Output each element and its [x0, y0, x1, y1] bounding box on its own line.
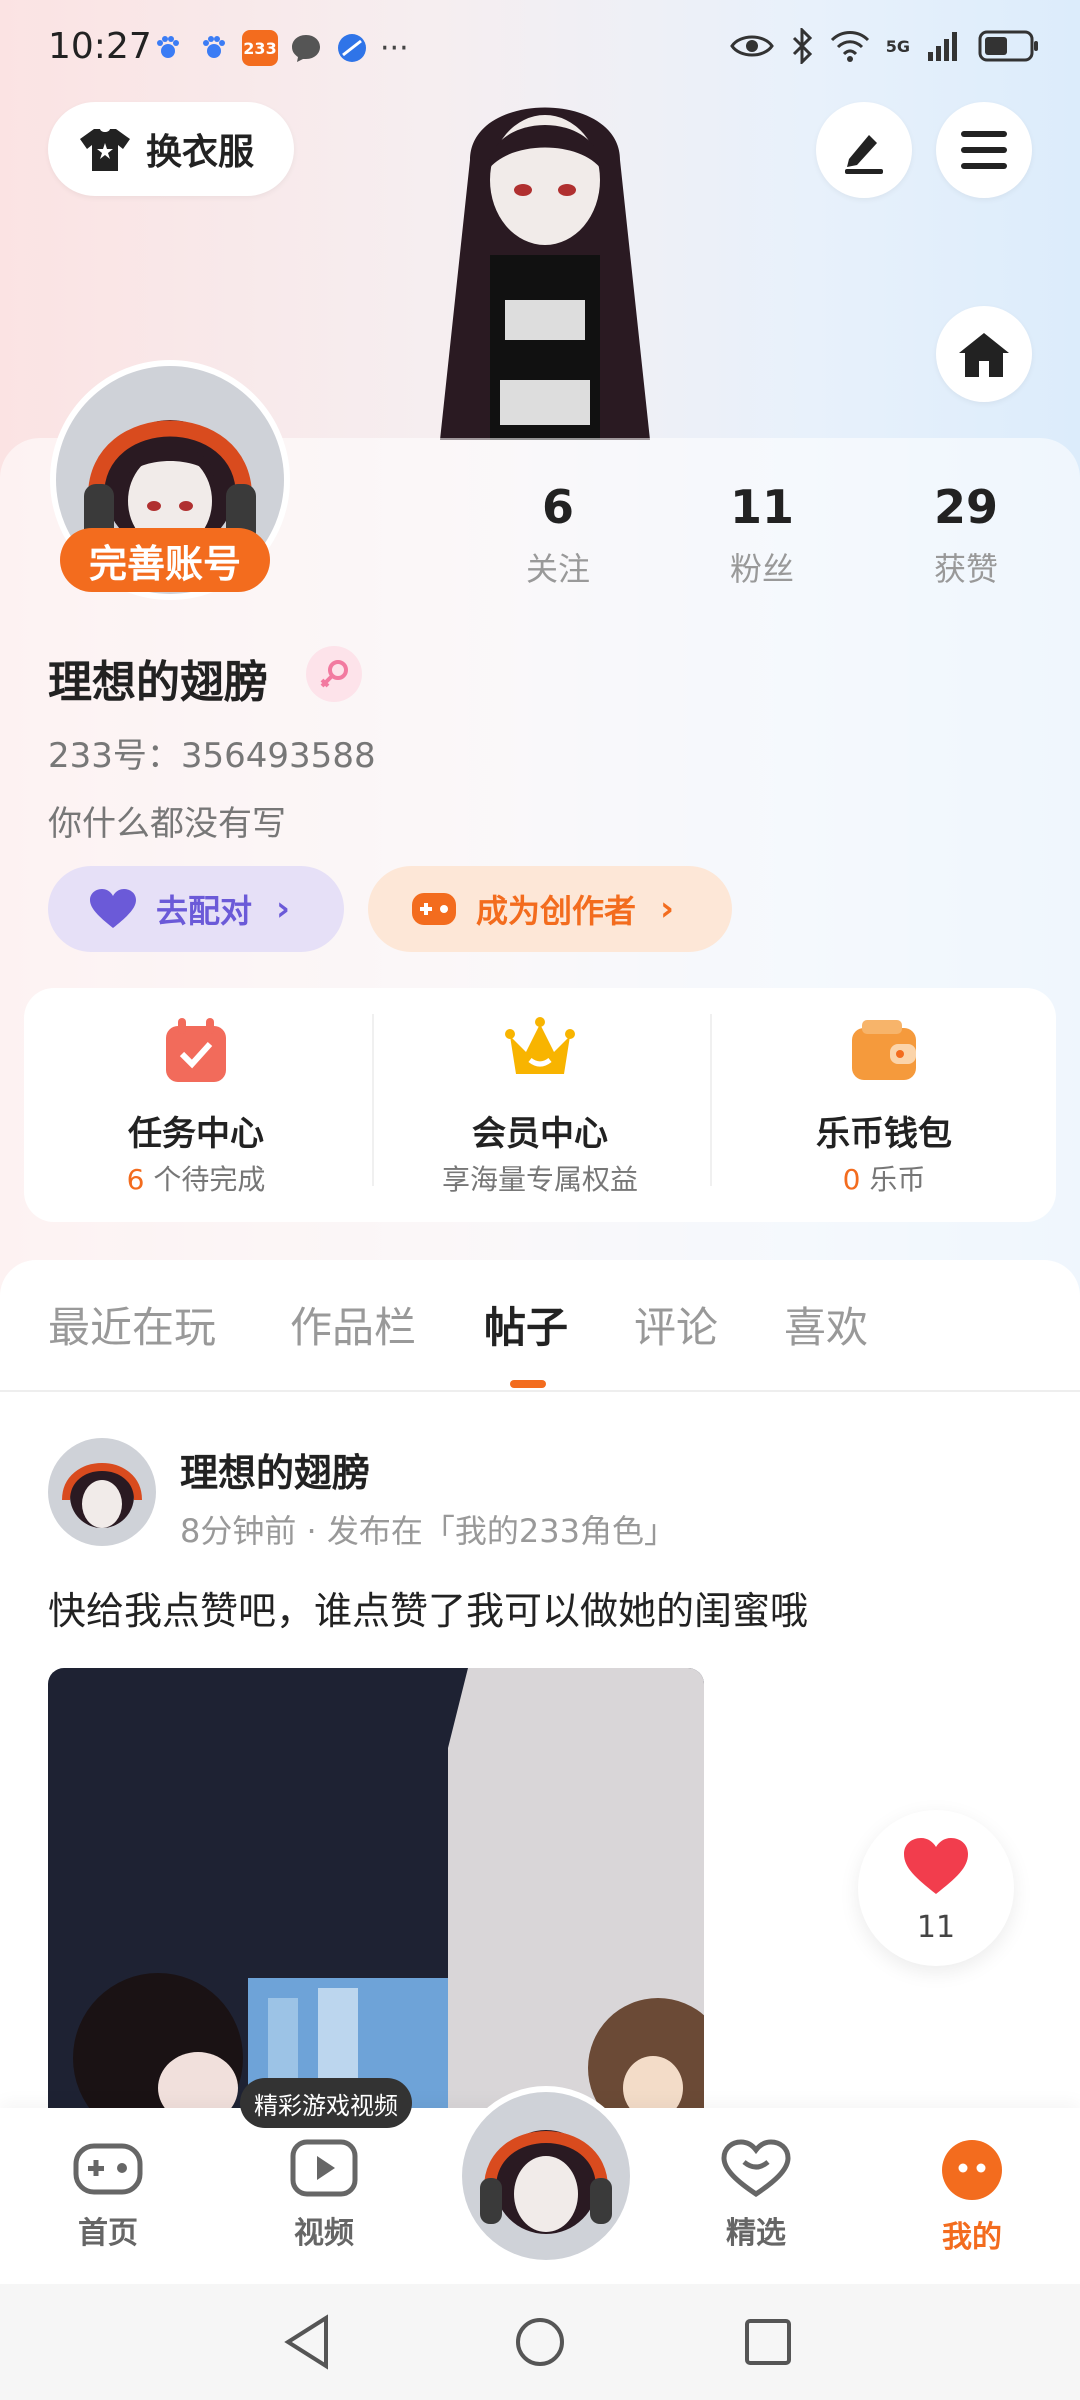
paw-icon: [150, 30, 186, 66]
calendar-check-icon: [166, 1018, 226, 1082]
task-center-title: 任务中心: [128, 1114, 264, 1154]
center-avatar-button[interactable]: [456, 2086, 636, 2266]
member-center[interactable]: 会员中心 享海量专属权益: [368, 988, 712, 1222]
back-icon[interactable]: [282, 2314, 332, 2370]
wifi-icon: [830, 31, 869, 62]
notification-icons: 233 ···: [150, 30, 409, 66]
character-avatar[interactable]: [410, 80, 680, 440]
tab-likes[interactable]: 喜欢: [784, 1294, 868, 1355]
post-meta: 8分钟前 · 发布在「我的233角色」: [180, 1512, 676, 1550]
home-circle-icon[interactable]: [514, 2316, 566, 2368]
edit-profile-button[interactable]: [816, 102, 912, 198]
network-label: 5G: [885, 36, 910, 56]
stat-following-count: 6: [541, 480, 574, 534]
service-card: 任务中心 6 个待完成 会员中心 享海量专属权益 乐币钱包 0 乐币: [24, 988, 1056, 1222]
system-nav-bar: [0, 2284, 1080, 2400]
chevron-right-icon: ›: [660, 889, 675, 929]
tab-posts[interactable]: 帖子: [484, 1294, 568, 1355]
stat-likes[interactable]: 29 获赞: [896, 480, 1036, 590]
gamepad-icon: [73, 2143, 143, 2195]
chat-icon: [288, 30, 324, 66]
become-creator-button[interactable]: 成为创作者 ›: [368, 866, 732, 952]
menu-button[interactable]: [936, 102, 1032, 198]
233-app-icon: 233: [242, 30, 278, 66]
coin-wallet[interactable]: 乐币钱包 0 乐币: [712, 988, 1056, 1222]
home-icon: [959, 333, 1009, 377]
tabs-divider: [0, 1390, 1080, 1392]
post-author-name[interactable]: 理想的翅膀: [180, 1442, 370, 1497]
heart-icon: [88, 888, 138, 930]
stat-followers-count: 11: [729, 480, 794, 534]
coin-wallet-sub: 0 乐币: [842, 1163, 926, 1196]
post-author-avatar[interactable]: [48, 1438, 156, 1546]
bluetooth-icon: [792, 28, 812, 64]
more-notifications: ···: [380, 30, 409, 66]
change-outfit-button[interactable]: 换衣服: [48, 102, 294, 196]
recents-icon[interactable]: [744, 2318, 792, 2366]
wallet-icon: [852, 1020, 916, 1080]
post-image[interactable]: [48, 1668, 704, 2108]
heart-icon: [904, 1838, 968, 1894]
paw-icon: [196, 30, 232, 66]
female-icon: [306, 646, 362, 702]
stat-likes-count: 29: [933, 480, 998, 534]
edit-icon: [845, 135, 883, 174]
nav-video[interactable]: 视频: [254, 2138, 394, 2252]
profile-face-icon: [942, 2140, 1002, 2200]
username: 理想的翅膀: [48, 657, 268, 708]
nav-home-label: 首页: [78, 2216, 138, 2251]
stat-followers-label: 粉丝: [729, 550, 794, 588]
signal-icon: [928, 32, 957, 61]
stat-following[interactable]: 6 关注: [488, 480, 628, 590]
status-time: 10:27: [48, 26, 152, 67]
stat-followers[interactable]: 11 粉丝: [692, 480, 832, 590]
heart-chat-icon: [721, 2139, 791, 2198]
user-id: 233号：356493588: [48, 736, 376, 776]
match-button[interactable]: 去配对 ›: [48, 866, 344, 952]
shirt-icon: [78, 125, 132, 173]
nav-featured-label: 精选: [726, 2216, 786, 2251]
nav-me-label: 我的: [942, 2220, 1002, 2255]
home-button[interactable]: [936, 306, 1032, 402]
like-count: 11: [916, 1910, 956, 1945]
stat-following-label: 关注: [525, 550, 590, 588]
system-icons: 5G: [729, 28, 1040, 64]
member-center-sub: 享海量专属权益: [441, 1163, 638, 1196]
play-icon: [290, 2139, 358, 2197]
post-text[interactable]: 快给我点赞吧，谁点赞了我可以做她的闺蜜哦: [48, 1580, 808, 1635]
like-button[interactable]: 11: [858, 1810, 1014, 1966]
video-tooltip: 精彩游戏视频: [240, 2078, 412, 2128]
task-center[interactable]: 任务中心 6 个待完成: [24, 988, 368, 1222]
chevron-right-icon: ›: [276, 889, 291, 929]
stat-likes-label: 获赞: [933, 550, 998, 588]
nav-me[interactable]: 我的: [902, 2138, 1042, 2256]
tab-comments[interactable]: 评论: [634, 1294, 718, 1355]
match-label: 去配对: [156, 892, 253, 930]
change-outfit-label: 换衣服: [146, 132, 255, 173]
eye-icon: [729, 35, 774, 57]
gamepad-icon: [410, 889, 458, 929]
task-center-sub: 6 个待完成: [126, 1163, 266, 1196]
complete-account-badge[interactable]: 完善账号: [60, 528, 270, 592]
nav-featured[interactable]: 精选: [686, 2138, 826, 2252]
nav-video-label: 视频: [294, 2216, 354, 2251]
tab-indicator: [510, 1380, 546, 1388]
tab-recently-played[interactable]: 最近在玩: [48, 1294, 216, 1355]
crown-icon: [505, 1017, 575, 1074]
battery-icon: [978, 30, 1038, 62]
become-creator-label: 成为创作者: [476, 892, 637, 930]
coin-wallet-title: 乐币钱包: [816, 1114, 952, 1154]
nav-home[interactable]: 首页: [38, 2138, 178, 2252]
tab-works[interactable]: 作品栏: [290, 1294, 416, 1355]
member-center-title: 会员中心: [472, 1114, 608, 1154]
bio: 你什么都没有写: [48, 804, 286, 844]
menu-icon: [961, 131, 1007, 169]
browser-icon: [334, 30, 370, 66]
content-tabs: 最近在玩 作品栏 帖子 评论 喜欢: [0, 1260, 1080, 1390]
